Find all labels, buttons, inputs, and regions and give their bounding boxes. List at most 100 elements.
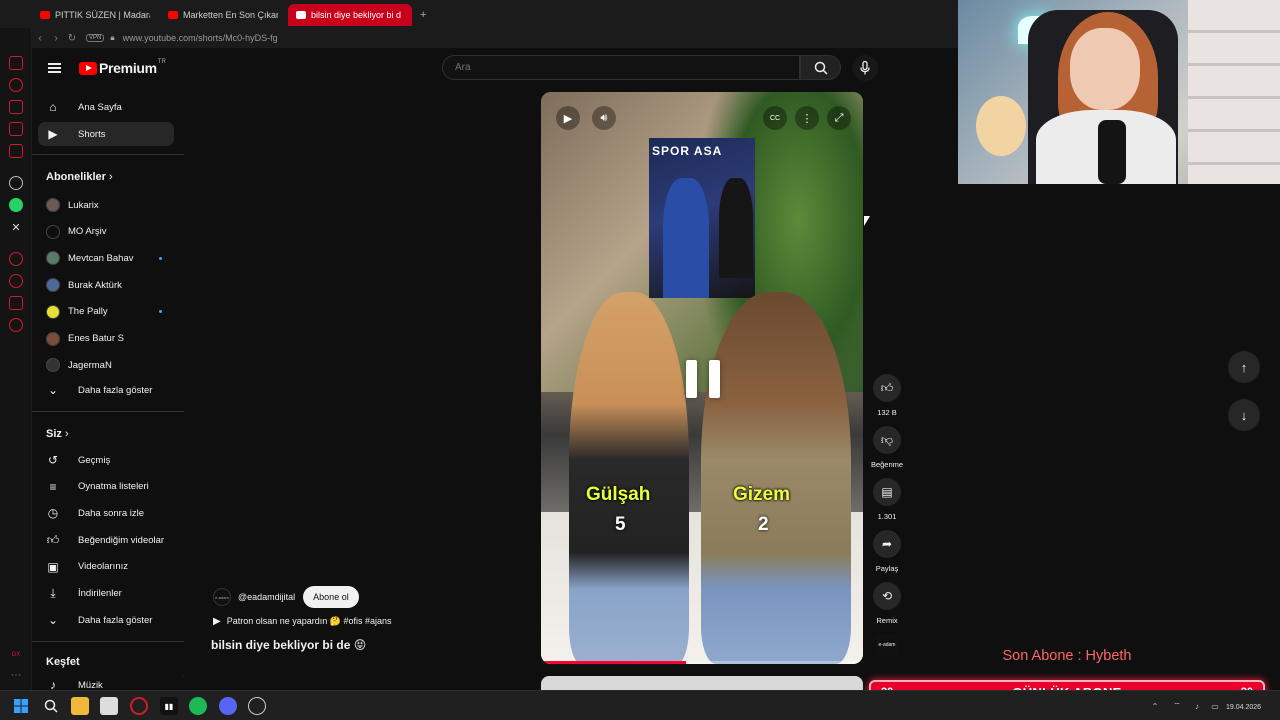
you-heading[interactable]: Siz › xyxy=(46,428,69,440)
channel-handle[interactable]: @eadamdijital xyxy=(238,592,295,602)
remix-action[interactable]: ⟲ Remix xyxy=(867,582,907,625)
search-button[interactable] xyxy=(800,55,841,80)
tray-chevron-icon[interactable]: ⌃ xyxy=(1146,697,1164,715)
comment-action[interactable]: ▤ 1.301 xyxy=(867,478,907,521)
forward-icon[interactable]: › xyxy=(48,33,64,44)
play-icon[interactable]: ▶ xyxy=(556,106,580,130)
file-explorer-icon[interactable] xyxy=(71,697,89,715)
show-more-subscriptions[interactable]: ⌄ Daha fazla göster xyxy=(38,378,174,402)
thumb-down-icon[interactable]: 👎︎ xyxy=(873,426,901,454)
shorts-player[interactable]: SPOR ASA ▶ 🔊︎ CC ⋮ ⤢ Gülşah 5 Gizem 2 xyxy=(541,92,863,664)
youtube-logo[interactable]: Premium TR xyxy=(79,59,166,76)
tab-3-active[interactable]: bilsin diye bekliyor bi d xyxy=(288,4,412,26)
pause-icon[interactable] xyxy=(686,360,720,398)
sidebar-subscription-item[interactable]: Mevtcan Bahav xyxy=(38,246,174,270)
sidebar-item-home[interactable]: ⌂ Ana Sayfa xyxy=(38,95,174,119)
back-icon[interactable]: ‹ xyxy=(32,33,48,44)
tab-label: bilsin diye bekliyor bi d xyxy=(311,10,402,20)
tab-1[interactable]: PITTIK SÜZEN | Madara O xyxy=(32,4,150,26)
sidebar-item-label: Müzik xyxy=(78,679,103,691)
comment-icon[interactable]: ▤ xyxy=(873,478,901,506)
subscriptions-heading[interactable]: Abonelikler › xyxy=(46,171,113,183)
gamepad-icon[interactable] xyxy=(9,122,23,136)
sidebar-subscription-item[interactable]: Lukarix xyxy=(38,193,174,217)
search-box[interactable] xyxy=(442,55,800,80)
network-icon[interactable]: ⌔ xyxy=(1168,697,1186,715)
sidebar-subscription-item[interactable]: The Pally xyxy=(38,300,174,324)
spotify-icon[interactable] xyxy=(189,697,207,715)
clock-icon[interactable] xyxy=(9,274,23,288)
sidebar-you-item[interactable]: ≡ Oynatma listeleri xyxy=(38,475,174,499)
whatsapp-icon[interactable] xyxy=(9,198,23,212)
voice-search-button[interactable] xyxy=(852,55,878,81)
sidebar-subscription-item[interactable]: MO Arşiv xyxy=(38,220,174,244)
sidebar-you-item[interactable]: ▣ Videolarınız xyxy=(38,555,174,579)
messenger-icon[interactable] xyxy=(9,144,23,158)
subscribe-button[interactable]: Abone ol xyxy=(303,586,359,608)
discord-icon[interactable] xyxy=(219,697,237,715)
player-icon[interactable] xyxy=(9,252,23,266)
like-action[interactable]: 👍︎ 132 B xyxy=(867,374,907,417)
sidebar-you-item[interactable]: ◷ Daha sonra izle xyxy=(38,501,174,525)
history-icon[interactable] xyxy=(9,78,23,92)
previous-short-button[interactable]: ↑ xyxy=(1228,351,1260,383)
menu-icon[interactable] xyxy=(48,63,61,73)
new-tab-button[interactable]: + xyxy=(412,4,432,26)
app-icon[interactable] xyxy=(248,697,266,715)
battery-icon[interactable]: ▭ xyxy=(1206,697,1224,715)
sidebar-subscription-item[interactable]: JagermaN xyxy=(38,353,174,377)
tab-2[interactable]: Marketten En Son Çıkan 2 xyxy=(160,4,278,26)
gx-icon[interactable]: GX xyxy=(9,648,23,662)
settings-icon[interactable] xyxy=(9,318,23,332)
search-input[interactable] xyxy=(443,56,783,79)
share-action[interactable]: ➦ Paylaş xyxy=(867,530,907,573)
sidebar-subscription-item[interactable]: Enes Batur S xyxy=(38,327,174,351)
avatar xyxy=(46,331,60,346)
sidebar-you-item[interactable]: 👍︎ Beğendiğim videolar xyxy=(38,528,174,552)
next-short-preview[interactable] xyxy=(541,676,863,690)
volume-icon[interactable]: ♪ xyxy=(1188,697,1206,715)
pinboard-icon[interactable] xyxy=(9,296,23,310)
fullscreen-icon[interactable]: ⤢ xyxy=(827,106,851,130)
windows-start-icon[interactable] xyxy=(12,697,30,715)
logo-text: Premium xyxy=(99,60,157,76)
reload-icon[interactable]: ↻ xyxy=(64,33,80,44)
dislike-action[interactable]: 👎︎ Beğenme xyxy=(867,426,907,469)
vpn-badge[interactable]: VPN xyxy=(86,34,105,42)
thumb-up-icon[interactable]: 👍︎ xyxy=(873,374,901,402)
volume-icon[interactable]: 🔊︎ xyxy=(592,106,616,130)
sidebar-item-label: Shorts xyxy=(78,128,106,140)
youtube-page: Premium TR ▲ ⌂ Ana Sayfa ▶︎ Shorts Abone… xyxy=(32,48,1260,692)
youtube-favicon-icon xyxy=(40,11,50,19)
obs-icon[interactable]: ▮▮ xyxy=(160,697,178,715)
opera-gx-icon[interactable] xyxy=(130,697,148,715)
more-icon[interactable]: ··· xyxy=(9,668,23,682)
chatgpt-icon[interactable] xyxy=(9,176,23,190)
music-row[interactable]: ▶ Patron olsan ne yapardın 🤔 #ofis #ajan… xyxy=(213,616,392,627)
snipping-tool-icon[interactable] xyxy=(100,697,118,715)
video-title[interactable]: bilsin diye bekliyor bi de 😝 xyxy=(211,638,366,652)
avatar xyxy=(46,358,60,373)
x-icon[interactable]: ✕ xyxy=(9,220,23,234)
captions-icon[interactable]: CC xyxy=(763,106,787,130)
next-short-button[interactable]: ↓ xyxy=(1228,399,1260,431)
share-icon[interactable]: ➦ xyxy=(873,530,901,558)
inbox-icon[interactable] xyxy=(9,56,23,70)
scroll-up-icon[interactable]: ▲ xyxy=(182,92,184,93)
bag-icon[interactable] xyxy=(9,100,23,114)
show-more-you[interactable]: ⌄ Daha fazla göster xyxy=(38,608,174,632)
url-field[interactable]: www.youtube.com/shorts/Mc0-hyDS-fg xyxy=(123,33,278,43)
inset-clip-text: SPOR ASA xyxy=(652,144,723,158)
taskbar-date[interactable]: 19.04.2026 xyxy=(1226,704,1261,711)
more-vert-icon[interactable]: ⋮ xyxy=(795,106,819,130)
sidebar-you-item[interactable]: ⤓ İndirilenler xyxy=(38,582,174,606)
search-icon[interactable] xyxy=(42,697,60,715)
sidebar-item-shorts[interactable]: ▶︎ Shorts xyxy=(38,122,174,146)
remix-icon[interactable]: ⟲ xyxy=(873,582,901,610)
sidebar-you-item[interactable]: ↺ Geçmiş xyxy=(38,448,174,472)
sidebar-subscription-item[interactable]: Burak Aktürk xyxy=(38,273,174,297)
lock-icon[interactable]: 🔒︎ xyxy=(110,33,114,43)
scroll-down-icon[interactable]: ▼ xyxy=(182,674,184,683)
progress-bar[interactable] xyxy=(541,661,863,664)
channel-avatar[interactable]: e-adam xyxy=(213,588,231,606)
